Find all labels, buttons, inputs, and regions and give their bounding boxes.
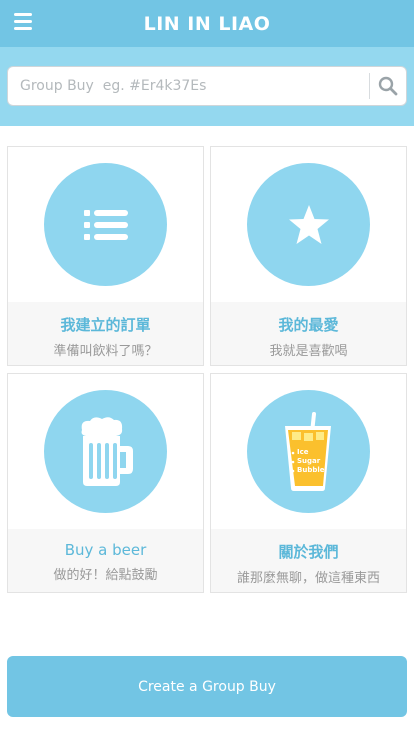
create-group-buy-button[interactable]: Create a Group Buy (7, 656, 407, 717)
card-about-us[interactable]: Ice Sugar Bubble 關於我們 誰那麼無聊，做這種東西 (210, 373, 407, 593)
top-bar: LIN IN LIAO (0, 0, 414, 47)
drink-label-ice: Ice (297, 448, 309, 456)
card-title: 我的最愛 (278, 316, 339, 334)
card-favorites[interactable]: 我的最愛 我就是喜歡喝 (210, 146, 407, 366)
search-box (7, 66, 407, 106)
card-subtitle: 誰那麼無聊，做這種東西 (236, 571, 380, 586)
search-button[interactable] (370, 67, 406, 105)
beer-mug-icon (81, 416, 133, 486)
card-subtitle: 我就是喜歡喝 (269, 344, 348, 359)
card-title: 我建立的訂單 (60, 316, 151, 334)
group-buy-search-input[interactable] (8, 67, 369, 105)
card-title: 關於我們 (278, 543, 339, 561)
card-buy-a-beer[interactable]: Buy a beer 做的好！給點鼓勵 (7, 373, 204, 593)
drink-label-bubble: Bubble (297, 466, 325, 474)
hamburger-menu-icon[interactable] (14, 13, 32, 31)
card-my-orders[interactable]: 我建立的訂單 準備叫飲料了嗎？ (7, 146, 204, 366)
app-title: LIN IN LIAO (143, 12, 271, 35)
drink-label-sugar: Sugar (297, 457, 321, 465)
search-band (0, 47, 414, 126)
card-subtitle: 準備叫飲料了嗎？ (53, 344, 158, 359)
circle-badge (247, 163, 370, 286)
circle-badge (44, 163, 167, 286)
search-icon (378, 76, 398, 96)
list-icon (83, 209, 128, 240)
card-title: Buy a beer (64, 541, 147, 559)
circle-badge (44, 390, 167, 513)
card-subtitle: 做的好！給點鼓勵 (53, 568, 158, 583)
star-icon (288, 204, 329, 244)
bubble-tea-icon: Ice Sugar Bubble (284, 411, 331, 491)
circle-badge: Ice Sugar Bubble (247, 390, 370, 513)
